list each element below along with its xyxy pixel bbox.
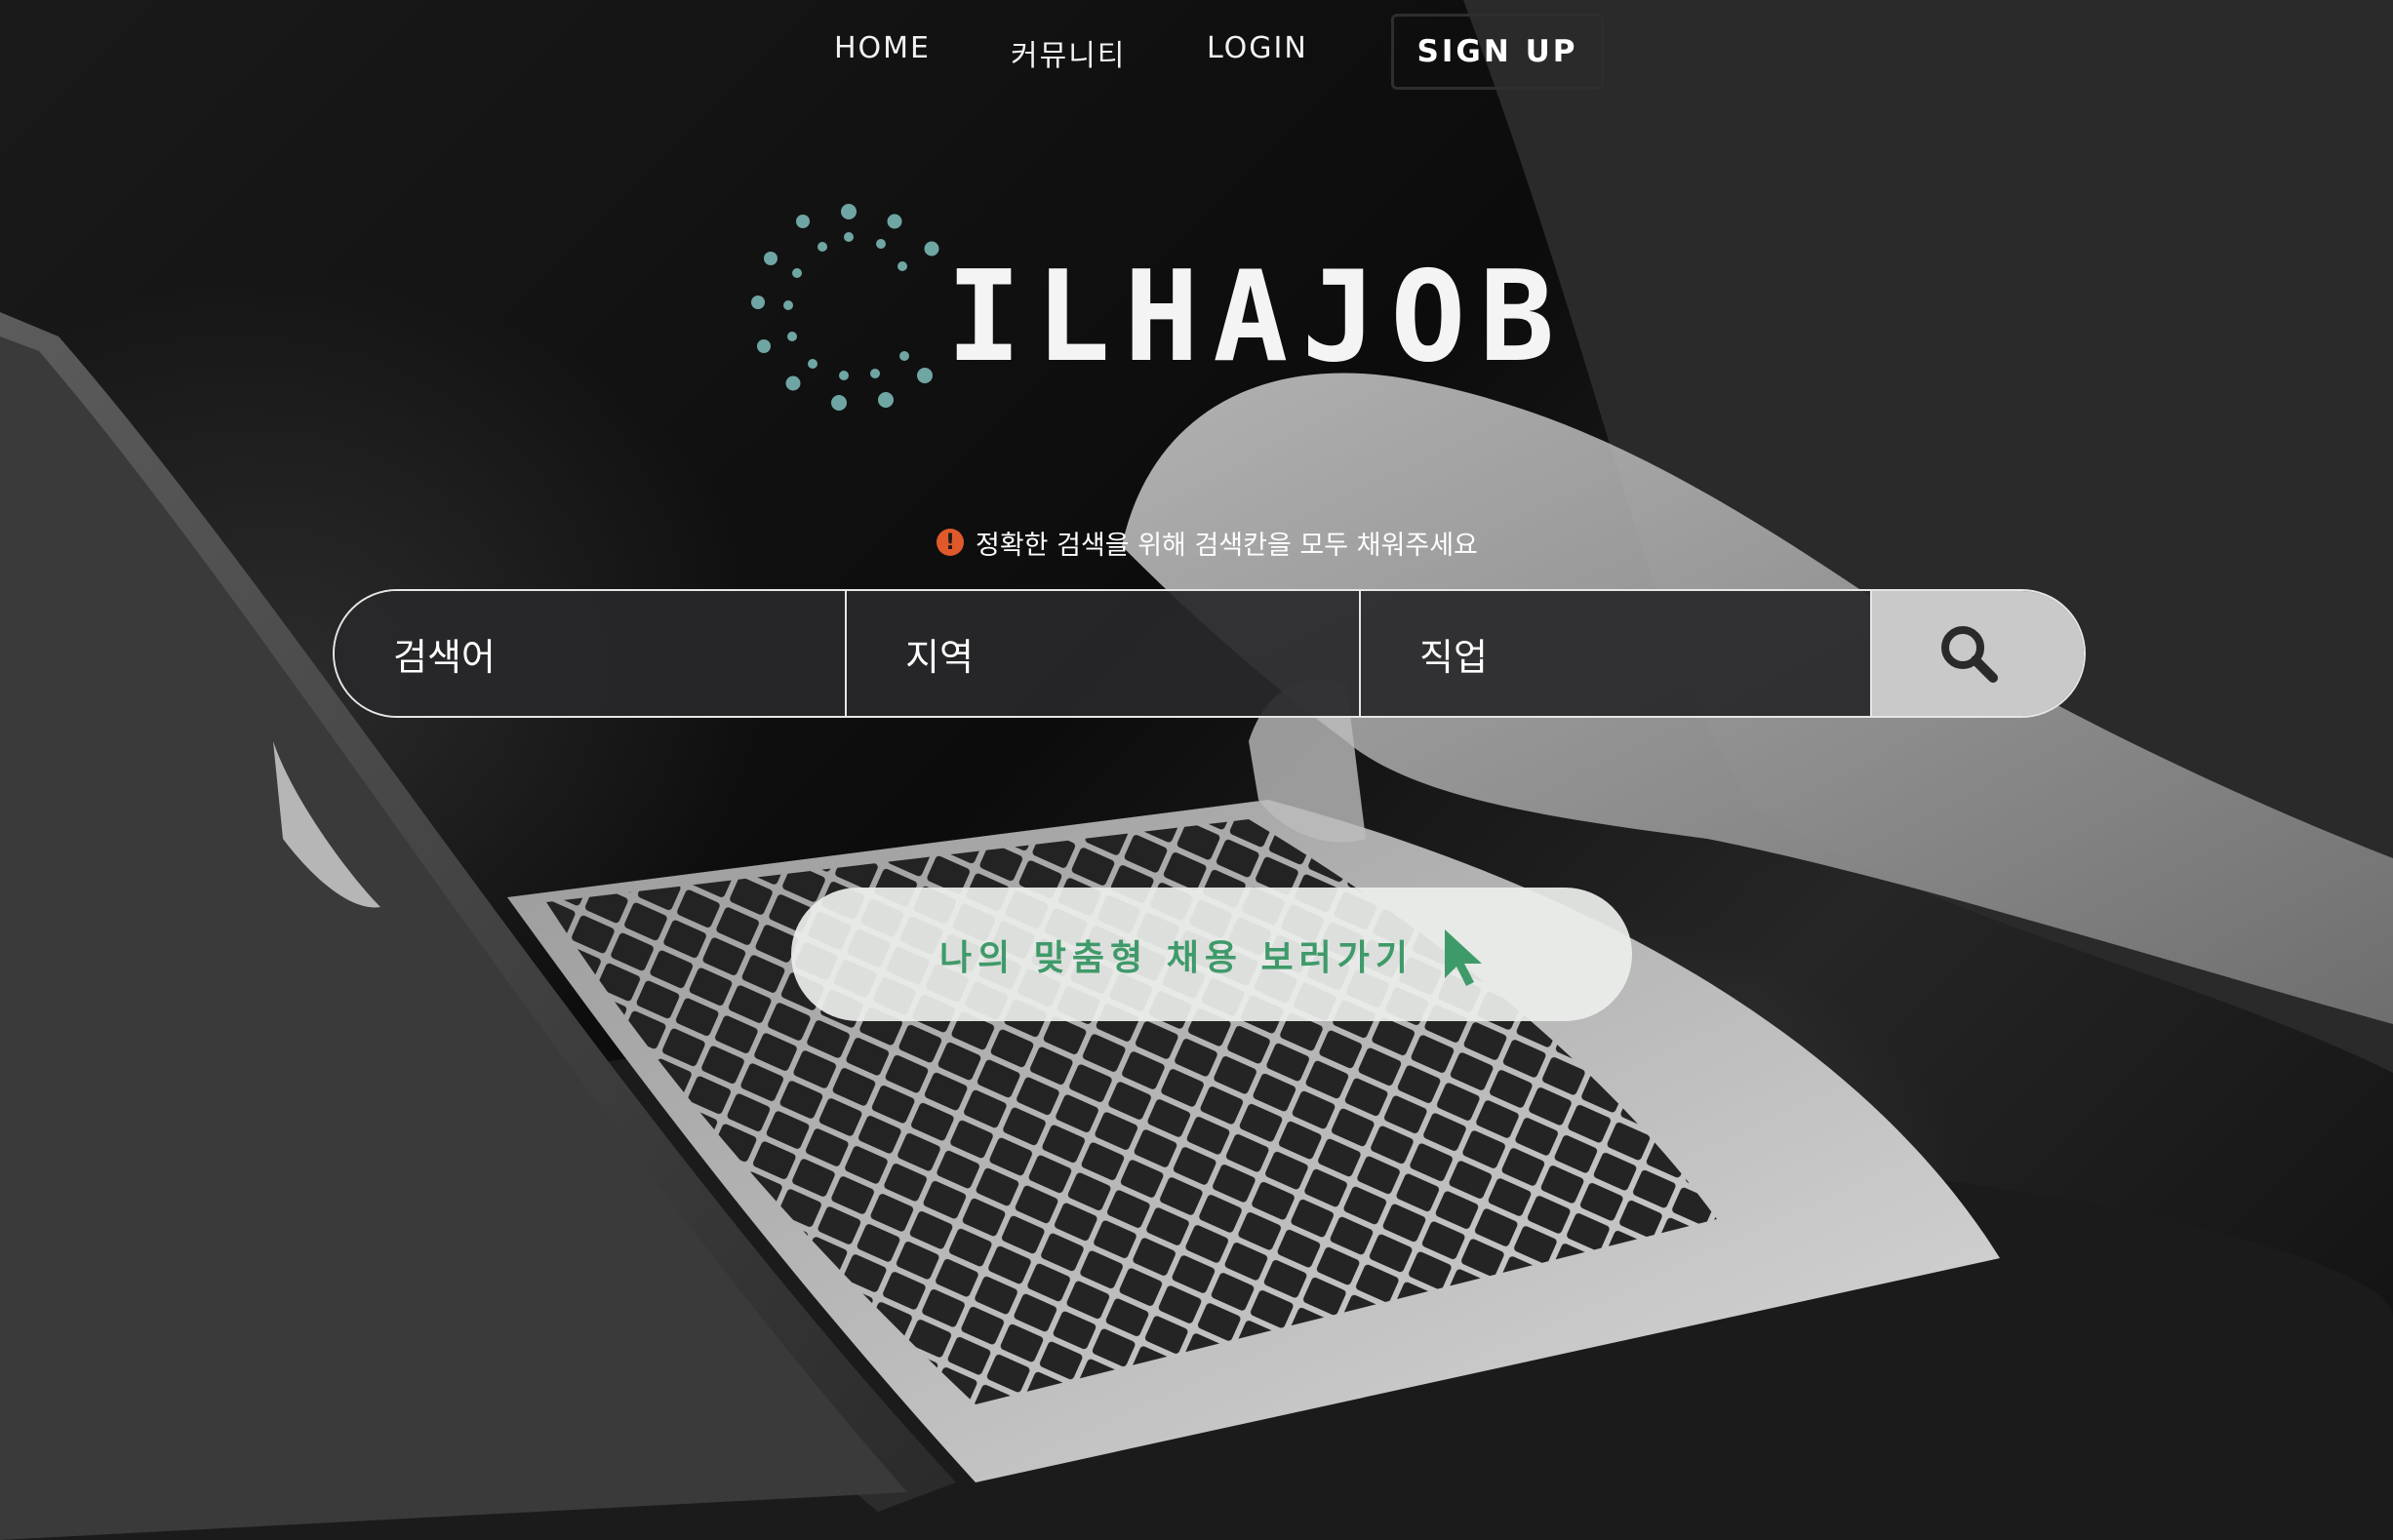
signup-button[interactable]: SIGN UP [1391,14,1604,90]
nav-community-link[interactable]: 커뮤니티 [1011,31,1126,74]
top-nav: HOME 커뮤니티 LOGIN SIGN UP [0,14,2393,92]
logo-dots-icon [751,204,939,411]
logo-wordmark[interactable]: ILHAJOB [946,256,1568,380]
cursor-arrow-icon [1444,928,1482,986]
region-input[interactable]: 지역 [847,591,1361,716]
search-bar: 검색어 지역 직업 [333,589,2086,718]
alert-icon: ! [937,529,964,556]
search-button[interactable] [1872,591,2084,716]
cta-label: 나의 맞춤형 채용 보러가기 [939,937,1414,978]
search-icon [1940,626,1998,683]
job-input[interactable]: 직업 [1361,591,1872,716]
background-photo [0,0,2393,1540]
search-notice: ! 정확한 검색을 위해 검색칸을 모두 채워주세요 [937,523,1478,562]
notice-text: 정확한 검색을 위해 검색칸을 모두 채워주세요 [976,530,1478,561]
nav-home-link[interactable]: HOME [834,31,931,65]
landing-page: HOME 커뮤니티 LOGIN SIGN UP ILHAJOB ! 정확한 검색… [0,0,2393,1540]
personalized-jobs-button[interactable]: 나의 맞춤형 채용 보러가기 [791,888,1632,1021]
nav-login-link[interactable]: LOGIN [1207,31,1308,65]
keyword-input[interactable]: 검색어 [335,591,847,716]
